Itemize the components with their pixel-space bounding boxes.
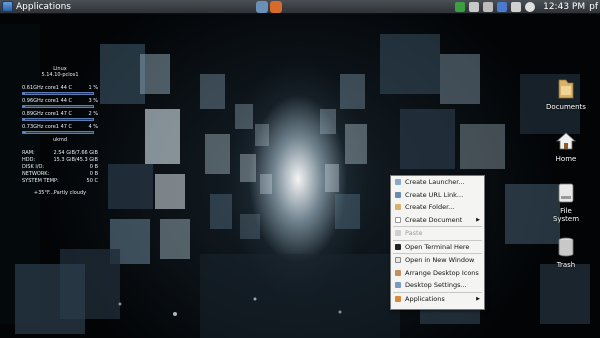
stat-network: NETWORK: 0 B <box>22 170 98 177</box>
link-icon <box>395 191 401 198</box>
conky-system-monitor: Linux 5.14.10-pclos1 0.61GHz core1 44 C1… <box>22 66 98 212</box>
stat-value: 15.3 GiB/45.3 GiB <box>53 156 98 163</box>
desktop-icon-home[interactable]: Home <box>536 130 596 163</box>
stat-value: 2.54 GiB/7.66 GiB <box>53 149 98 156</box>
cpu-bar-fill <box>23 119 26 120</box>
cpu-percent: 2 % <box>88 110 98 117</box>
desktop-context-menu: Create Launcher... Create URL Link... Cr… <box>390 175 485 310</box>
stat-ram: RAM: 2.54 GiB/7.66 GiB <box>22 149 98 156</box>
volume-icon[interactable] <box>469 2 480 12</box>
home-icon <box>555 132 577 150</box>
stat-hdd: HDD: 15.3 GiB/45.3 GiB <box>22 156 98 163</box>
desktop-icon-label: Home <box>555 155 577 163</box>
top-process: ukmd <box>52 137 68 143</box>
applications-icon <box>2 1 13 12</box>
menu-item-desktop-settings[interactable]: Desktop Settings... <box>391 279 484 292</box>
system-tray: 12:43 PM pf <box>453 0 600 14</box>
cpu-bar-fill <box>23 106 26 107</box>
desktop-icon-label: Documents <box>546 103 586 111</box>
menu-item-label: Desktop Settings... <box>405 281 467 290</box>
menu-item-label: Create URL Link... <box>405 190 464 199</box>
menu-item-label: Create Document <box>405 215 463 224</box>
desktop-icon-trash[interactable]: Trash <box>536 236 596 269</box>
desktop-icon-file-system[interactable]: File System <box>536 182 596 223</box>
stat-value: 0 B <box>89 163 98 170</box>
network-icon[interactable] <box>483 2 494 12</box>
cpu-bar <box>22 131 94 134</box>
menu-item-open-in-new-window[interactable]: Open in New Window <box>391 254 484 267</box>
applications-icon <box>395 295 401 302</box>
menu-item-label: Create Folder... <box>405 203 455 212</box>
desktop-icon-label: File System <box>552 207 580 223</box>
document-icon <box>395 216 401 223</box>
applications-label: Applications <box>16 1 71 12</box>
stat-name: DISK I/O: <box>22 163 45 170</box>
top-panel: Applications 12:43 PM pf <box>0 0 600 14</box>
applications-menu-button[interactable]: Applications <box>0 0 75 14</box>
drive-icon <box>558 183 574 203</box>
update-icon[interactable] <box>455 2 466 12</box>
cpu-label: 0.61GHz core1 44 C <box>22 84 73 91</box>
cpu-core-2: 0.96GHz core1 44 C 3 % <box>22 97 98 108</box>
cpu-bar-fill <box>23 93 26 94</box>
keyboard-layout-icon[interactable] <box>497 2 508 12</box>
cpu-percent: 4 % <box>88 123 98 130</box>
cpu-core-3: 0.89GHz core1 47 C 2 % <box>22 110 98 121</box>
desktop-icon-documents[interactable]: Documents <box>536 78 596 111</box>
cpu-percent: 3 % <box>88 97 98 104</box>
browser-launcher-icon[interactable] <box>256 1 268 13</box>
stat-disk-io: DISK I/O: 0 B <box>22 163 98 170</box>
trash-icon <box>558 237 574 257</box>
menu-item-label: Paste <box>405 229 423 238</box>
cpu-core-4: 0.73GHz core1 47 C 4 % <box>22 123 98 134</box>
cpu-label: 0.73GHz core1 47 C <box>22 123 73 130</box>
folder-icon <box>558 79 574 99</box>
cpu-label: 0.96GHz core1 44 C <box>22 97 73 104</box>
menu-item-create-url-link[interactable]: Create URL Link... <box>391 189 484 202</box>
menu-item-applications[interactable]: Applications ▶ <box>391 293 484 306</box>
menu-item-arrange-desktop-icons[interactable]: Arrange Desktop Icons <box>391 267 484 280</box>
cpu-bar-fill <box>23 132 26 133</box>
menu-item-create-folder[interactable]: Create Folder... <box>391 201 484 214</box>
cpu-core-1: 0.61GHz core1 44 C 1 % <box>22 84 98 95</box>
weather-readout: +35°F...Partly cloudy <box>33 190 87 196</box>
menu-item-paste[interactable]: Paste <box>391 227 484 240</box>
cpu-bar <box>22 118 94 121</box>
launcher-icon <box>395 179 401 186</box>
cpu-bar <box>22 105 94 108</box>
battery-icon[interactable] <box>511 2 522 12</box>
settings-icon <box>395 282 401 289</box>
stat-system-temp: SYSTEM TEMP: 50 C <box>22 177 98 184</box>
stat-name: HDD: <box>22 156 36 163</box>
menu-item-label: Applications <box>405 294 445 303</box>
stat-name: RAM: <box>22 149 35 156</box>
paste-icon <box>395 230 401 237</box>
stat-name: NETWORK: <box>22 170 50 177</box>
window-icon <box>395 257 401 264</box>
panel-clock[interactable]: 12:43 PM <box>543 2 585 12</box>
cpu-label: 0.89GHz core1 47 C <box>22 110 73 117</box>
terminal-icon <box>395 243 401 250</box>
cpu-percent: 1 % <box>88 84 98 91</box>
menu-item-create-document[interactable]: Create Document ▶ <box>391 214 484 227</box>
menu-item-open-terminal-here[interactable]: Open Terminal Here <box>391 241 484 254</box>
stat-value: 0 B <box>89 170 98 177</box>
stat-value: 50 C <box>86 177 98 184</box>
firefox-launcher-icon[interactable] <box>270 1 282 13</box>
user-name[interactable]: pf <box>589 2 598 12</box>
menu-item-label: Open Terminal Here <box>405 242 470 251</box>
arrange-icon <box>395 269 401 276</box>
submenu-arrow-icon: ▶ <box>476 295 480 302</box>
menu-item-label: Arrange Desktop Icons <box>405 268 479 277</box>
desktop-icon-label: Trash <box>556 261 576 269</box>
menu-item-create-launcher[interactable]: Create Launcher... <box>391 176 484 189</box>
notification-bell-icon[interactable] <box>525 2 536 12</box>
folder-icon <box>395 204 401 211</box>
stat-name: SYSTEM TEMP: <box>22 177 59 184</box>
kernel-version: 5.14.10-pclos1 <box>41 72 79 78</box>
cpu-bar <box>22 92 94 95</box>
submenu-arrow-icon: ▶ <box>476 216 480 223</box>
menu-item-label: Create Launcher... <box>405 178 465 187</box>
menu-item-label: Open in New Window <box>405 256 475 265</box>
